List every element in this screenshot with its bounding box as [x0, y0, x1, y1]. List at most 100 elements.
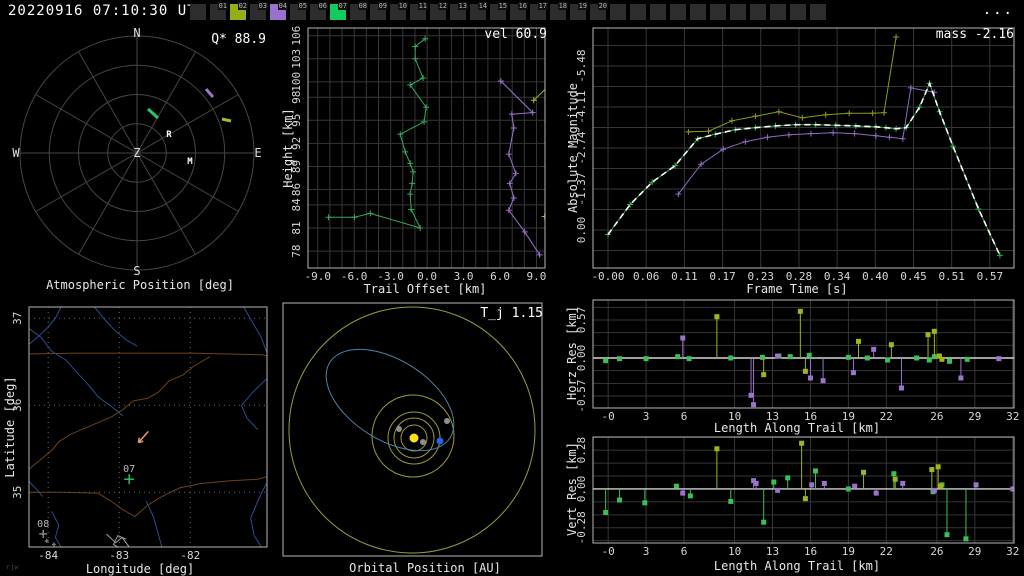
station-indicator-label: 01 — [217, 2, 228, 10]
svg-text:37: 37 — [11, 312, 24, 325]
panel-ground-map: 07 08 -84 -83 -82 35 36 37 Latitude [deg] Longi… — [0, 295, 280, 576]
station-indicator-label: 08 — [357, 2, 368, 10]
tisserand-value: T_j 1.15 — [480, 306, 543, 321]
station-indicator-blank-29[interactable] — [770, 4, 786, 20]
svg-text:3: 3 — [643, 545, 650, 558]
station-indicator-02[interactable]: 02 — [230, 2, 248, 20]
station-indicator-13[interactable]: 13 — [450, 2, 468, 20]
watermark: rjw — [6, 563, 19, 571]
station-indicator-blank-25[interactable] — [690, 4, 706, 20]
station-indicator-09[interactable]: 09 — [370, 2, 388, 20]
station-indicator-18[interactable]: 18 — [550, 2, 568, 20]
station-indicator-blank-0[interactable] — [190, 4, 206, 20]
ground-map-plot: 0708-84 -83 -82353637 — [11, 306, 268, 562]
station-indicator-label: 14 — [477, 2, 488, 10]
station-indicator-blank-28[interactable] — [750, 4, 766, 20]
station-indicator-16[interactable]: 16 — [510, 2, 528, 20]
svg-text:-84: -84 — [38, 549, 58, 562]
atmospheric-position-plot: N E S W Z R M — [12, 26, 261, 278]
station-indicator-10[interactable]: 10 — [390, 2, 408, 20]
frame-time-axis-label: Frame Time [s] — [746, 282, 848, 296]
station-indicator-blank-26[interactable] — [710, 4, 726, 20]
height-axis-label: Height [km] — [281, 108, 295, 188]
station-indicator-blank-21[interactable] — [610, 4, 626, 20]
station-indicator-17[interactable]: 17 — [530, 2, 548, 20]
station-indicator-14[interactable]: 14 — [470, 2, 488, 20]
atmospheric-plot-title: Atmospheric Position [deg] — [46, 278, 234, 292]
horz-res-axis-label: Horz Res [km] — [565, 306, 579, 400]
svg-text:S: S — [133, 264, 140, 278]
q-star-value: Q* 88.9 — [211, 32, 266, 47]
station-indicator-blank-24[interactable] — [670, 4, 686, 20]
station-indicator-07[interactable]: 07 — [330, 2, 348, 20]
svg-text:07: 07 — [123, 464, 135, 475]
station-indicator-blank-30[interactable] — [790, 4, 806, 20]
svg-text:19: 19 — [842, 545, 855, 558]
orbit-plot-title: Orbital Position [AU] — [349, 561, 501, 575]
station-indicator-04[interactable]: 04 — [270, 2, 288, 20]
station-indicator-11[interactable]: 11 — [410, 2, 428, 20]
status-bar: 20220916 07:10:30 UTC 01 02 03 04 05 06 07 08 09… — [0, 0, 1024, 24]
svg-text:E: E — [254, 146, 261, 160]
station-indicator-blank-27[interactable] — [730, 4, 746, 20]
svg-text:106: 106 — [290, 26, 303, 46]
overflow-menu-button[interactable]: ... — [983, 2, 1014, 18]
svg-text:M: M — [187, 157, 193, 167]
station-indicator-label: 10 — [397, 2, 408, 10]
latitude-axis-label: Latitude [deg] — [3, 376, 17, 478]
station-indicator-label: 12 — [437, 2, 448, 10]
station-indicator-label: 16 — [517, 2, 528, 10]
station-indicator-20[interactable]: 20 — [590, 2, 608, 20]
station-indicator-08[interactable]: 08 — [350, 2, 368, 20]
panel-lightcurve: -0.00 0.06 0.11 0.17 0.23 0.28 0.34 0.40 0.45 0.5… — [566, 24, 1024, 296]
svg-text:-83: -83 — [109, 549, 129, 562]
station-indicator-06[interactable]: 06 — [310, 2, 328, 20]
svg-text:08: 08 — [37, 519, 49, 530]
longitude-axis-label: Longitude [deg] — [85, 562, 195, 576]
svg-text:W: W — [12, 146, 20, 160]
station-indicator-05[interactable]: 05 — [290, 2, 308, 20]
station-indicator-label: 18 — [557, 2, 568, 10]
station-indicators: 01 02 03 04 05 06 07 08 09 10 11 12 13 14 15 16 17 18 19 20 — [190, 2, 826, 20]
svg-text:10: 10 — [728, 545, 741, 558]
vert-res-axis-label: Vert Res [km] — [565, 442, 579, 536]
residuals-plot: -0 3 6 10 13 16 19 22 26 29 320.570.00-0.57-0 3 6 10 1… — [575, 299, 1019, 558]
station-indicator-label: 06 — [317, 2, 328, 10]
svg-text:R: R — [166, 130, 172, 140]
station-indicator-label: 03 — [257, 2, 268, 10]
panel-residuals: -0 3 6 10 13 16 19 22 26 29 32 0.57 0.00 -0.57 -0 3 6 10 1… — [565, 295, 1024, 576]
svg-text:N: N — [133, 26, 140, 40]
station-indicator-label: 04 — [277, 2, 288, 10]
station-indicator-label: 11 — [417, 2, 428, 10]
station-indicator-label: 07 — [337, 2, 348, 10]
station-indicator-label: 02 — [237, 2, 248, 10]
panel-trail-offset: -9.0 -6.0 -3.0 0.0 3.0 6.0 9.0 106 103 100 98 95 92 8… — [280, 24, 570, 296]
trail-offset-axis-label: Trail Offset [km] — [363, 282, 487, 296]
station-indicator-blank-23[interactable] — [650, 4, 666, 20]
station-indicator-blank-22[interactable] — [630, 4, 646, 20]
station-indicator-blank-31[interactable] — [810, 4, 826, 20]
station-indicator-12[interactable]: 12 — [430, 2, 448, 20]
velocity-value: vel 60.9 — [484, 27, 547, 42]
meteor-monitor-app: { "header": { "timestamp": "20220916 07:… — [0, 0, 1024, 576]
station-indicator-15[interactable]: 15 — [490, 2, 508, 20]
svg-text:-0: -0 — [602, 545, 615, 558]
station-indicator-label: 19 — [577, 2, 588, 10]
svg-text:0.00: 0.00 — [575, 217, 588, 244]
vert-length-axis-label: Length Along Trail [km] — [713, 559, 881, 573]
trail-offset-plot: -9.0 -6.0 -3.0 0.0 3.0 6.0 9.01061031009895928… — [290, 26, 546, 283]
station-indicator-label: 15 — [497, 2, 508, 10]
station-indicator-label: 05 — [297, 2, 308, 10]
svg-text:26: 26 — [930, 545, 943, 558]
svg-text:32: 32 — [1006, 545, 1019, 558]
station-indicator-19[interactable]: 19 — [570, 2, 588, 20]
panel-orbit: T_j 1.15 Orbital Position [AU] — [280, 295, 570, 576]
orbit-plot — [282, 302, 543, 557]
station-indicator-01[interactable]: 01 — [210, 2, 228, 20]
station-indicator-label: 09 — [377, 2, 388, 10]
panel-atmospheric-position: N E S W Z R M Q* 88.9 Atmospheric Position [de… — [0, 24, 280, 295]
svg-text:16: 16 — [804, 545, 817, 558]
svg-text:13: 13 — [766, 545, 779, 558]
station-indicator-03[interactable]: 03 — [250, 2, 268, 20]
station-indicator-label: 13 — [457, 2, 468, 10]
